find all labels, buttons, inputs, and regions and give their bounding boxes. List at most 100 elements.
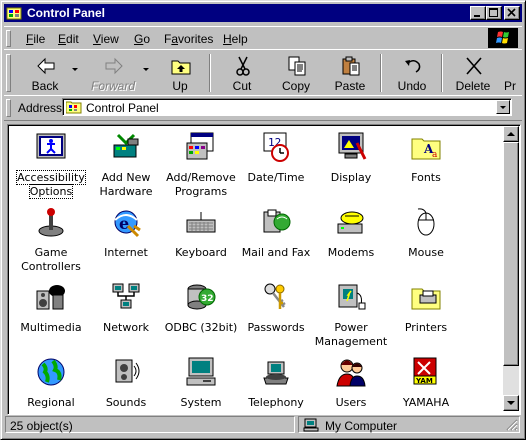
fonts-folder-icon: Aa (411, 138, 441, 160)
display-icon (338, 132, 367, 160)
cpl-item-label: ODBC (32bit) (164, 321, 238, 334)
undo-arrow-icon (405, 60, 421, 73)
cpl-item-passwords[interactable]: Passwords (239, 281, 313, 355)
svg-text:32: 32 (201, 294, 214, 304)
network-icon (112, 283, 140, 309)
cpl-item-printers[interactable]: Printers (389, 281, 463, 355)
scroll-down-button[interactable] (503, 395, 519, 411)
cpl-item-odbc-32bit[interactable]: 32 ODBC (32bit) (164, 281, 238, 355)
forward-dropdown-arrow[interactable] (143, 68, 149, 71)
computer-icon (186, 357, 216, 386)
cpl-item-mail-and-fax[interactable]: Mail and Fax (239, 206, 313, 280)
title-bar[interactable]: Control Panel (4, 4, 522, 22)
cpl-item-label: Users (335, 396, 367, 409)
up-button[interactable]: Up (154, 53, 206, 93)
cpl-item-system[interactable]: System (164, 356, 238, 412)
cpl-item-fonts[interactable]: Aa Fonts (389, 131, 463, 205)
delete-button[interactable]: Delete (447, 53, 499, 93)
date-time-icon: 12 (263, 132, 289, 162)
close-button[interactable] (504, 6, 520, 20)
status-zone-panel: My Computer (298, 416, 520, 433)
address-input[interactable]: Control Panel (62, 98, 512, 116)
menu-go[interactable]: Go (134, 32, 150, 46)
internet-icon: e (114, 210, 141, 238)
cpl-item-multimedia[interactable]: Multimedia (14, 281, 88, 355)
minimize-button[interactable] (470, 6, 486, 20)
maximize-icon (489, 8, 498, 17)
menu-edit[interactable]: Edit (58, 32, 79, 46)
cpl-item-label: RegionalSettings (27, 396, 75, 412)
cpl-item-display[interactable]: Display (314, 131, 388, 205)
cpl-item-add-remove[interactable]: Add/Remove Programs (164, 131, 238, 205)
windows-flag-icon (496, 31, 509, 44)
power-management-icon (338, 284, 366, 310)
vertical-scrollbar[interactable] (503, 126, 519, 411)
delete-label: Delete (455, 79, 491, 93)
cpl-item-telephony[interactable]: Telephony (239, 356, 313, 412)
copy-label: Copy (281, 79, 310, 93)
back-dropdown-arrow[interactable] (72, 68, 78, 71)
printers-folder-icon (411, 288, 441, 310)
menu-grip[interactable] (6, 30, 11, 47)
speaker-icon (115, 359, 140, 383)
globe-icon (37, 358, 65, 386)
cpl-item-keyboard[interactable]: Keyboard (164, 206, 238, 280)
back-button[interactable]: Back (19, 53, 71, 93)
scroll-up-button[interactable] (503, 126, 519, 142)
cpl-item-power[interactable]: Power Management (314, 281, 388, 355)
modem-phone-icon (337, 211, 364, 234)
cpl-item-internet[interactable]: e Internet (89, 206, 163, 280)
resize-grip-icon[interactable] (506, 419, 518, 431)
yamaha-icon: YAM (413, 357, 437, 385)
address-dropdown-button[interactable] (496, 100, 510, 114)
copy-button[interactable]: Copy (270, 53, 322, 93)
forward-button[interactable]: Forward (87, 53, 139, 93)
maximize-button[interactable] (486, 6, 502, 20)
properties-button[interactable]: Pr (501, 53, 522, 93)
add-hardware-icon (113, 133, 139, 158)
cpl-item-mouse[interactable]: Mouse (389, 206, 463, 280)
odbc-icon: 32 (187, 284, 216, 310)
windows-logo (488, 28, 518, 48)
cpl-item-add-new[interactable]: Add New Hardware (89, 131, 163, 205)
address-grip[interactable] (6, 99, 11, 117)
paste-button[interactable]: Paste (324, 53, 376, 93)
cpl-item-label: Fonts (411, 171, 441, 184)
joystick-icon (38, 208, 64, 237)
undo-label: Undo (397, 79, 427, 93)
cpl-item-network[interactable]: Network (89, 281, 163, 355)
cpl-item-users[interactable]: Users (314, 356, 388, 412)
menu-view[interactable]: View (93, 32, 119, 46)
cpl-item-label: Printers (404, 321, 448, 334)
window-title: Control Panel (27, 6, 106, 20)
properties-label: Pr (504, 79, 516, 93)
cpl-item-yamaha[interactable]: YAM YAMAHADS-XG Au... (389, 356, 463, 412)
menu-bar: File Edit View Go Favorites Help (4, 26, 522, 50)
cpl-item-accessibility[interactable]: Accessibility Options (14, 131, 88, 205)
back-label: Back (31, 79, 59, 93)
cpl-item-sounds[interactable]: Sounds (89, 356, 163, 412)
cpl-item-date-time[interactable]: 12 Date/Time (239, 131, 313, 205)
scroll-thumb[interactable] (503, 142, 519, 366)
up-folder-icon (171, 60, 191, 75)
telephony-icon (263, 361, 289, 385)
cpl-item-game[interactable]: Game Controllers (14, 206, 88, 280)
cpl-item-label: Mouse (408, 246, 444, 259)
control-panel-icon (6, 7, 22, 20)
cut-button[interactable]: Cut (216, 53, 268, 93)
menu-file[interactable]: File (26, 32, 45, 46)
undo-button[interactable]: Undo (386, 53, 438, 93)
cpl-item-modems[interactable]: Modems (314, 206, 388, 280)
paste-label: Paste (334, 79, 366, 93)
keyboard-icon (186, 211, 216, 233)
up-label: Up (172, 79, 188, 93)
cpl-item-label: Internet (104, 246, 148, 259)
menu-help[interactable]: Help (223, 32, 248, 46)
cpl-item-regional[interactable]: RegionalSettings (14, 356, 88, 412)
toolbar-grip[interactable] (6, 54, 11, 92)
toolbar-separator (380, 54, 382, 92)
menu-favorites[interactable]: Favorites (164, 32, 213, 46)
mouse-icon (417, 208, 435, 236)
cpl-item-label: Game Controllers (21, 246, 81, 273)
svg-text:a: a (432, 150, 438, 160)
